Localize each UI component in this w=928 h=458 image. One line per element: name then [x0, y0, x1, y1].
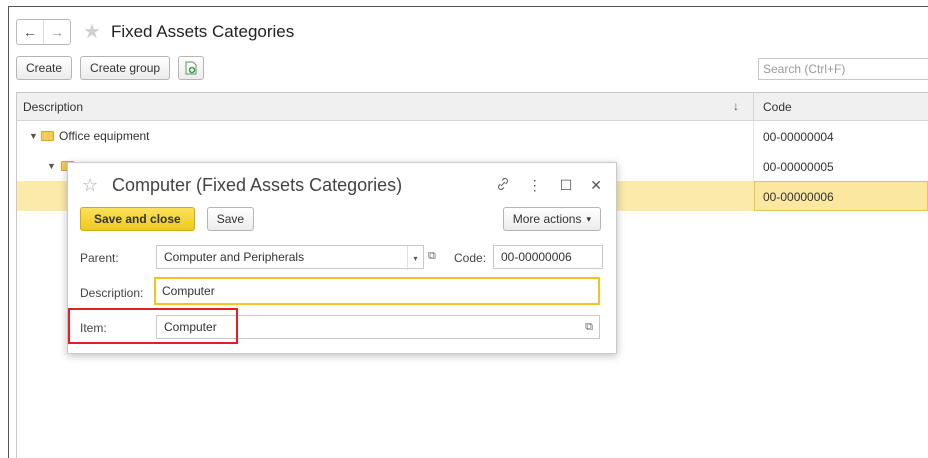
parent-value: Computer and Peripherals: [164, 250, 305, 264]
favorite-star-icon[interactable]: ★: [83, 22, 101, 42]
save-and-close-button[interactable]: Save and close: [80, 207, 195, 231]
page-title: Fixed Assets Categories: [110, 22, 295, 41]
row-code: 00-00000004: [763, 130, 834, 144]
code-label: Code:: [454, 251, 487, 265]
favorite-star-icon[interactable]: ☆: [82, 175, 98, 196]
description-field[interactable]: Computer: [154, 277, 600, 305]
column-divider: [753, 93, 754, 120]
create-group-button[interactable]: Create group: [80, 56, 171, 80]
cell-divider: [753, 151, 754, 181]
description-label: Description:: [80, 286, 144, 300]
maximize-icon[interactable]: ☐: [560, 177, 573, 194]
folder-icon: [41, 131, 54, 141]
more-actions-label: More actions: [512, 212, 582, 226]
nav-group: ← →: [16, 19, 71, 45]
parent-field[interactable]: Computer and Peripherals ▾: [156, 245, 424, 270]
row-description: Office equipment: [59, 129, 150, 143]
add-document-button[interactable]: [178, 56, 205, 80]
toolbar: Create Create group: [16, 56, 205, 80]
close-icon[interactable]: ✕: [590, 177, 602, 194]
add-document-icon: [185, 61, 197, 75]
back-icon[interactable]: ←: [17, 20, 43, 44]
table-row[interactable]: ▼ Office equipment 00-00000004: [17, 121, 928, 151]
cell-divider: [753, 121, 754, 151]
highlight-annotation-box: [68, 308, 238, 344]
create-button[interactable]: Create: [16, 56, 73, 80]
column-header-code[interactable]: Code: [763, 100, 792, 114]
row-code: 00-00000005: [763, 160, 834, 174]
open-parent-icon[interactable]: ⧉: [428, 250, 436, 263]
open-item-icon[interactable]: ⧉: [585, 321, 593, 334]
menu-dots-icon[interactable]: ⋮: [528, 177, 542, 194]
expand-triangle-icon[interactable]: ▼: [29, 131, 38, 141]
chevron-down-icon: ▾: [586, 213, 591, 224]
more-actions-button[interactable]: More actions ▾: [502, 207, 601, 231]
page-header: ← → ★ Fixed Assets Categories: [16, 18, 294, 46]
dropdown-arrow-icon[interactable]: ▾: [407, 246, 423, 270]
dialog-title-icons: ⋮ ☐ ✕: [496, 177, 602, 194]
forward-icon[interactable]: →: [43, 20, 70, 44]
sort-arrow-icon: ↓: [733, 99, 739, 113]
dialog-button-row: Save and close Save: [80, 207, 255, 231]
row-code: 00-00000006: [763, 190, 834, 204]
link-icon[interactable]: [496, 177, 510, 194]
column-header-description[interactable]: Description: [23, 100, 83, 114]
dialog-title: Computer (Fixed Assets Categories): [112, 175, 403, 195]
parent-label: Parent:: [80, 251, 119, 265]
expand-triangle-icon[interactable]: ▼: [47, 161, 56, 171]
code-field[interactable]: 00-00000006: [493, 245, 603, 269]
table-header: Description ↓ Code: [17, 93, 928, 121]
search-input[interactable]: Search (Ctrl+F): [758, 58, 928, 80]
save-button[interactable]: Save: [206, 207, 255, 231]
